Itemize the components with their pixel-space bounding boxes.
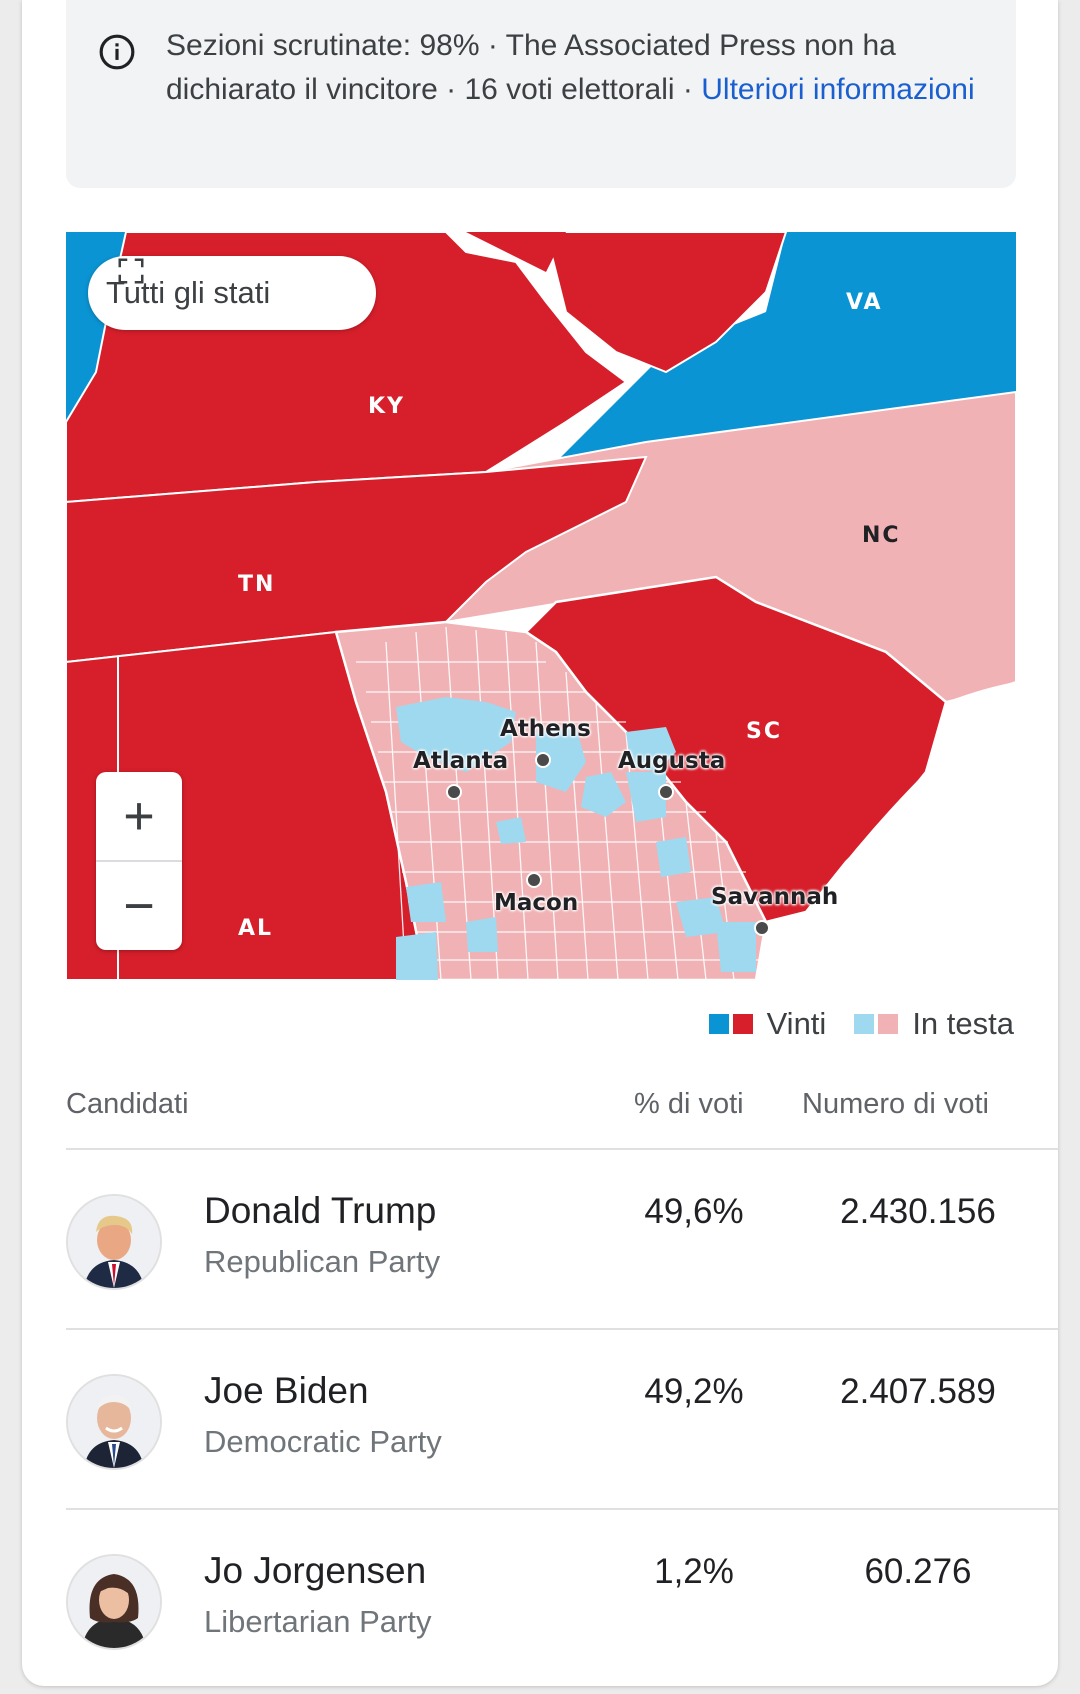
city-dot-atlanta [446, 784, 462, 800]
row-divider [66, 1328, 1058, 1330]
state-label-al: AL [238, 916, 274, 941]
candidate-name: Jo Jorgensen [204, 1550, 427, 1591]
city-label-athens: Athens [500, 716, 591, 742]
results-status-text: Sezioni scrutinate: 98% · The Associated… [166, 24, 976, 112]
all-states-button[interactable]: Tutti gli stati [88, 256, 376, 330]
candidate-party: Libertarian Party [204, 1604, 432, 1639]
header-percent: % di voti [634, 1088, 744, 1120]
table-row-jorgensen[interactable]: Jo Jorgensen Libertarian Party 1,2% 60.2… [66, 1512, 1058, 1686]
results-info-box: Sezioni scrutinate: 98% · The Associated… [66, 0, 1016, 188]
vote-count: 2.407.589 [840, 1372, 996, 1411]
candidate-name: Donald Trump [204, 1190, 437, 1231]
legend-leading-label: In testa [912, 1006, 1014, 1041]
swatch-won-blue [708, 1014, 729, 1034]
vote-percent: 49,2% [644, 1372, 744, 1411]
city-dot-savannah [754, 920, 770, 936]
vote-percent: 1,2% [654, 1552, 734, 1591]
zoom-out-button[interactable]: − [96, 862, 182, 950]
state-label-tn: TN [238, 572, 276, 597]
city-dot-macon [526, 872, 542, 888]
row-divider [66, 1508, 1058, 1510]
swatch-leading-blue [854, 1014, 875, 1034]
legend-won-label: Vinti [766, 1006, 827, 1041]
header-candidates: Candidati [66, 1088, 189, 1120]
candidate-party: Republican Party [204, 1244, 441, 1279]
more-info-link[interactable]: Ulteriori informazioni [701, 73, 974, 106]
header-divider [66, 1148, 1058, 1150]
candidate-party: Democratic Party [204, 1424, 442, 1459]
state-label-nc: NC [862, 523, 901, 548]
swatch-leading-red [878, 1014, 899, 1034]
avatar-trump [66, 1194, 162, 1290]
candidate-name: Joe Biden [204, 1370, 369, 1411]
header-votes: Numero di voti [802, 1088, 989, 1120]
table-row-trump[interactable]: Donald Trump Republican Party 49,6% 2.43… [66, 1152, 1058, 1330]
city-dot-athens [535, 752, 551, 768]
info-icon [99, 34, 135, 70]
state-label-va: VA [846, 290, 883, 315]
city-dot-augusta [658, 784, 674, 800]
legend-leading: In testa [854, 1006, 1014, 1042]
city-label-macon: Macon [494, 890, 579, 916]
city-label-augusta: Augusta [618, 748, 726, 774]
table-row-biden[interactable]: Joe Biden Democratic Party 49,2% 2.407.5… [66, 1332, 1058, 1510]
swatch-won-red [732, 1014, 753, 1034]
map-shapes [66, 232, 1016, 980]
zoom-controls: + − [96, 772, 182, 950]
zoom-in-button[interactable]: + [96, 772, 182, 862]
city-label-savannah: Savannah [711, 884, 839, 910]
vote-count: 60.276 [864, 1552, 972, 1591]
avatar-jorgensen [66, 1554, 162, 1650]
fullscreen-icon [118, 258, 144, 284]
state-label-ky: KY [368, 394, 405, 419]
map-legend: Vinti In testa [708, 1006, 1014, 1042]
results-map[interactable]: VA KY NC TN SC AL Athens Atlanta Augusta… [66, 232, 1016, 980]
election-results-card: Sezioni scrutinate: 98% · The Associated… [22, 0, 1058, 1686]
vote-count: 2.430.156 [840, 1192, 996, 1231]
vote-percent: 49,6% [644, 1192, 744, 1231]
city-label-atlanta: Atlanta [413, 748, 509, 774]
avatar-biden [66, 1374, 162, 1470]
legend-won: Vinti [708, 1006, 827, 1042]
state-label-sc: SC [746, 719, 782, 744]
